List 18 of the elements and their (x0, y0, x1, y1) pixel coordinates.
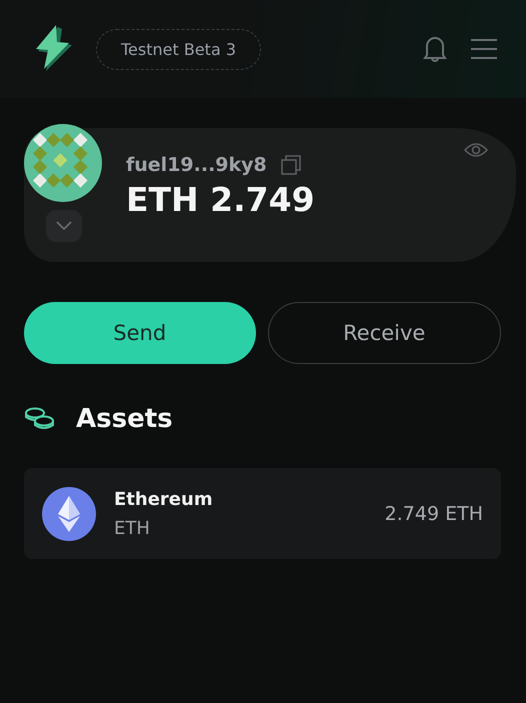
asset-name: Ethereum (114, 488, 214, 510)
asset-symbol: ETH (114, 518, 151, 538)
asset-amount: 2.749 ETH (384, 502, 483, 524)
coins-icon (24, 407, 56, 431)
ethereum-icon (42, 486, 96, 540)
network-badge[interactable]: Testnet Beta 3 (96, 28, 262, 70)
primary-action-button[interactable]: Send (24, 302, 256, 364)
asset-row[interactable]: Ethereum ETH 2.749 ETH (24, 468, 501, 559)
wallet-address: fuel19...9ky8 (126, 154, 267, 176)
eye-icon[interactable] (464, 142, 488, 158)
secondary-action-button[interactable]: Receive (268, 302, 501, 364)
chevron-down-icon (56, 221, 72, 231)
copy-icon[interactable] (280, 155, 301, 175)
avatar-icon[interactable] (24, 124, 102, 202)
balance-amount: ETH 2.749 (126, 180, 315, 219)
account-dropdown-button[interactable] (46, 210, 82, 242)
assets-heading: Assets (76, 404, 173, 434)
menu-icon[interactable] (470, 38, 498, 60)
